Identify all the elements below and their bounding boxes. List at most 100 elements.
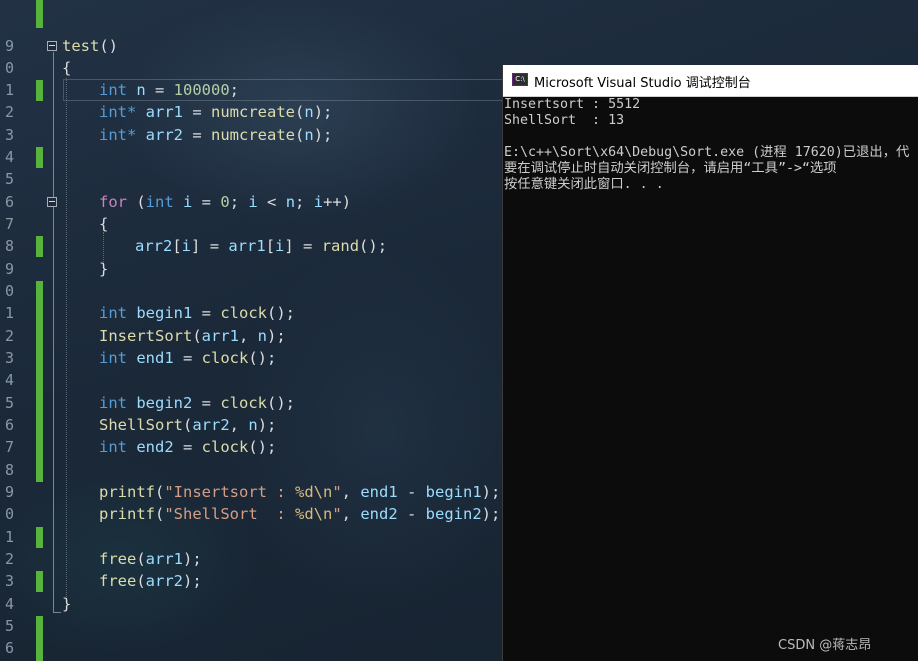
line-number: 6 xyxy=(4,416,14,434)
line-number: 8 xyxy=(4,461,14,479)
line-number: 1 xyxy=(4,528,14,546)
code-token: = xyxy=(192,304,221,322)
code-token: ] xyxy=(284,237,294,255)
code-line[interactable]: free(arr1); xyxy=(99,549,202,569)
line-number: 1 xyxy=(4,81,14,99)
code-token: = xyxy=(173,349,202,367)
code-token: = xyxy=(183,103,211,121)
code-token: free xyxy=(99,550,137,568)
code-token: InsertSort xyxy=(99,327,193,345)
console-line: 按任意键关闭此窗口. . . xyxy=(504,177,664,192)
console-line: 要在调试停止时自动关闭控制台，请启用“工具”->“选项 xyxy=(504,161,837,176)
code-token: < xyxy=(257,193,286,211)
code-token: ( xyxy=(136,572,146,590)
code-token: ); xyxy=(183,572,202,590)
code-line[interactable]: int n = 100000; xyxy=(99,80,239,100)
line-number: 2 xyxy=(4,103,14,121)
code-token: int xyxy=(99,304,127,322)
code-line[interactable]: int* arr2 = numcreate(n); xyxy=(99,125,332,145)
code-token: arr1 xyxy=(136,103,183,121)
code-line[interactable]: ShellSort(arr2, n); xyxy=(99,415,276,435)
line-number: 5 xyxy=(4,170,14,188)
code-token: (); xyxy=(359,237,388,255)
code-token: ); xyxy=(257,416,277,434)
code-token: , xyxy=(341,505,361,523)
line-number: 3 xyxy=(4,349,14,367)
code-line[interactable]: int begin2 = clock(); xyxy=(99,393,295,413)
code-token: numcreate xyxy=(211,103,295,121)
line-number: 4 xyxy=(4,595,14,613)
code-token: begin2 xyxy=(425,505,482,523)
code-line[interactable]: InsertSort(arr1, n); xyxy=(99,326,286,346)
code-token: " xyxy=(332,505,342,523)
code-line[interactable]: arr2[i] = arr1[i] = rand(); xyxy=(135,236,387,256)
change-indicator xyxy=(36,236,43,257)
line-number: 9 xyxy=(4,37,14,55)
code-token: rand xyxy=(321,237,360,255)
code-token: = xyxy=(293,237,322,255)
code-line[interactable]: for (int i = 0; i < n; i++) xyxy=(99,192,351,212)
code-token: (); xyxy=(267,304,295,322)
code-token: clock xyxy=(220,304,267,322)
code-token: i xyxy=(181,237,192,255)
code-line[interactable]: { xyxy=(62,58,71,78)
code-token: ( xyxy=(192,327,202,345)
code-token: clock xyxy=(220,394,267,412)
line-number: 6 xyxy=(4,193,14,211)
change-indicator xyxy=(36,571,43,592)
code-token: , xyxy=(341,483,361,501)
change-indicator xyxy=(36,616,43,661)
collapse-icon[interactable] xyxy=(47,41,57,51)
debug-console-window[interactable]: C:\ Microsoft Visual Studio 调试控制台 Insert… xyxy=(502,65,918,661)
change-indicator xyxy=(36,281,43,482)
console-output[interactable]: Insertsort : 5512 ShellSort : 13 E:\c++\… xyxy=(504,97,918,193)
code-token: arr2 xyxy=(135,237,173,255)
code-token: arr1 xyxy=(145,550,183,568)
code-token: int xyxy=(145,193,174,211)
code-token: clock xyxy=(201,349,249,367)
console-line: ShellSort : 13 xyxy=(504,113,625,128)
code-token: end2 xyxy=(127,438,174,456)
function-name: test xyxy=(62,37,100,55)
code-line[interactable]: int end1 = clock(); xyxy=(99,348,276,368)
line-number: 4 xyxy=(4,148,14,166)
code-token: ; xyxy=(229,193,249,211)
code-token: begin1 xyxy=(425,483,482,501)
code-line[interactable]: int* arr1 = numcreate(n); xyxy=(99,102,332,122)
code-token: ] xyxy=(191,237,201,255)
code-line[interactable]: { xyxy=(99,214,108,234)
code-token: ( xyxy=(136,550,146,568)
line-number: 4 xyxy=(4,371,14,389)
code-token: end2 xyxy=(360,505,398,523)
code-line[interactable]: free(arr2); xyxy=(99,571,202,591)
code-token: n xyxy=(127,81,146,99)
console-line: E:\c++\Sort\x64\Debug\Sort.exe (进程 17620… xyxy=(504,145,910,160)
code-line[interactable]: test() xyxy=(62,36,118,56)
code-token: numcreate xyxy=(211,126,295,144)
code-token: ( xyxy=(155,505,165,523)
code-line[interactable]: int begin1 = clock(); xyxy=(99,303,295,323)
code-line[interactable]: printf("ShellSort : %d\n", end2 - begin2… xyxy=(99,504,500,524)
code-line[interactable]: printf("Insertsort : %d\n", end1 - begin… xyxy=(99,482,500,502)
code-token: clock xyxy=(201,438,249,456)
line-number: 9 xyxy=(4,260,14,278)
code-token: = xyxy=(183,126,211,144)
console-title-bar[interactable]: C:\ Microsoft Visual Studio 调试控制台 xyxy=(503,65,918,97)
change-indicator xyxy=(36,147,43,168)
collapse-icon[interactable] xyxy=(47,197,57,207)
line-number: 2 xyxy=(4,550,14,568)
code-token: int xyxy=(99,394,127,412)
line-number: 9 xyxy=(4,483,14,501)
indent-guide xyxy=(66,78,68,603)
code-token: n xyxy=(285,193,296,211)
line-number: 7 xyxy=(4,438,14,456)
code-token: ( xyxy=(183,416,193,434)
code-token: int xyxy=(99,349,127,367)
code-line[interactable]: } xyxy=(62,594,71,614)
change-indicator xyxy=(36,0,43,28)
code-line[interactable]: int end2 = clock(); xyxy=(99,437,276,457)
code-token: ; xyxy=(229,81,240,99)
code-line[interactable]: } xyxy=(99,259,108,279)
code-token: "Insertsort : xyxy=(164,483,295,501)
code-token: ( xyxy=(295,126,305,144)
